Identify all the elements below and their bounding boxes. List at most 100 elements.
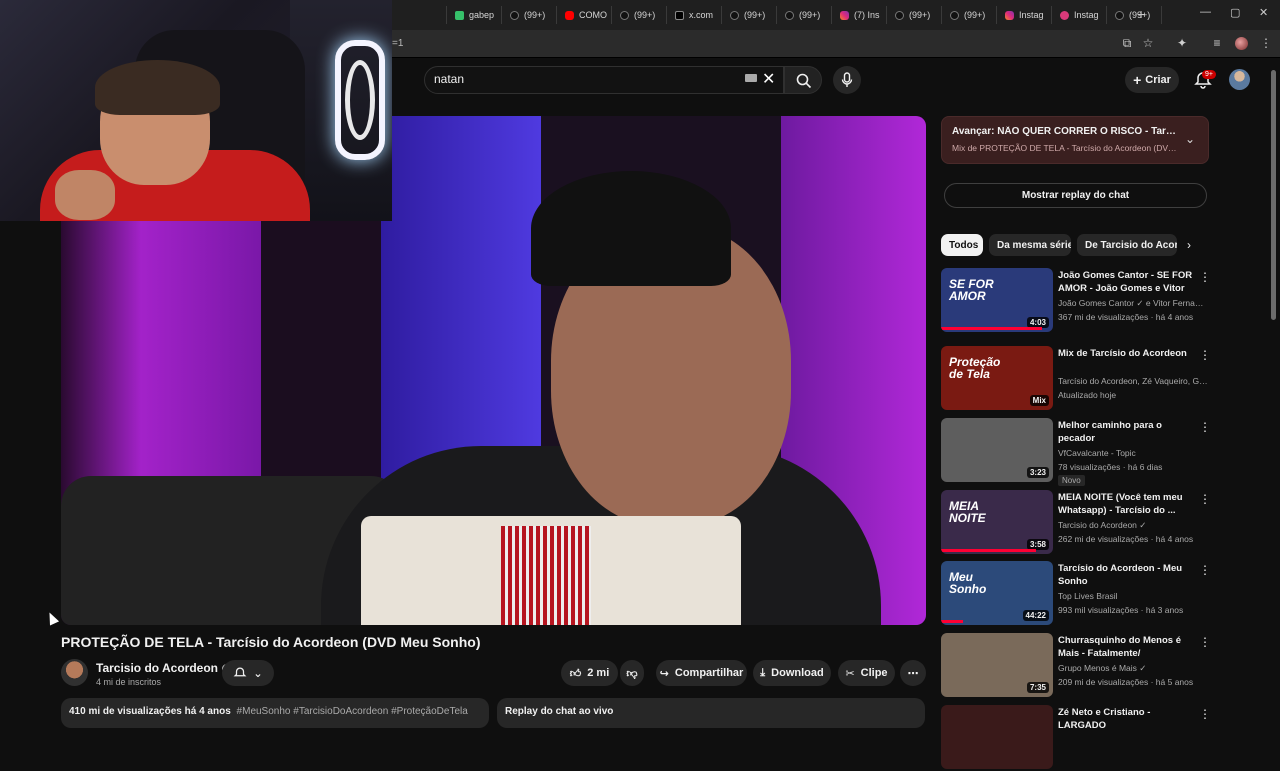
dislike-button[interactable]: 👎︎: [620, 660, 644, 686]
extensions-icon[interactable]: ✦: [1175, 36, 1189, 50]
tab-label: (99+): [799, 10, 821, 20]
account-avatar[interactable]: [1229, 69, 1250, 90]
share-button[interactable]: ↪ Compartilhar: [656, 660, 747, 686]
chip-same-series[interactable]: Da mesma série: [989, 234, 1071, 256]
recommendation-item[interactable]: Meu Sonho 44:22 Tarcísio do Acordeon - Meu…: [941, 561, 1211, 627]
page-scrollbar[interactable]: [1271, 70, 1276, 320]
close-window-icon[interactable]: ✕: [1259, 6, 1268, 19]
recommendation-channel[interactable]: João Gomes Cantor ✓ e Vitor Fernande...: [1058, 298, 1208, 309]
recommendation-title[interactable]: João Gomes Cantor - SE FOR AMOR - João G…: [1058, 269, 1193, 296]
video-thumbnail[interactable]: [941, 705, 1053, 769]
clear-search-icon[interactable]: ✕: [762, 69, 775, 89]
more-options-icon[interactable]: ⋮: [1199, 348, 1211, 362]
thumbnail-text: Meu Sonho: [949, 570, 987, 596]
browser-tab[interactable]: (7) Ins: [832, 6, 887, 24]
recommendation-channel[interactable]: Tarcisio do Acordeon ✓: [1058, 520, 1208, 531]
chevron-down-icon[interactable]: ⌄: [1185, 132, 1195, 146]
download-button[interactable]: ⤓ Download: [753, 660, 831, 686]
more-options-icon[interactable]: ⋮: [1199, 707, 1211, 721]
browser-tab[interactable]: x.com: [667, 6, 722, 24]
browser-tab[interactable]: (99+): [942, 6, 997, 24]
browser-tab[interactable]: [392, 6, 447, 24]
description-summary[interactable]: 410 mi de visualizações há 4 anos #MeuSo…: [69, 706, 468, 717]
browser-tab[interactable]: COMO: [557, 6, 612, 24]
subscribe-bell-button[interactable]: ⌄: [222, 660, 274, 686]
recommendation-channel[interactable]: VfCavalcante - Topic: [1058, 448, 1208, 458]
recommendation-item[interactable]: 7:35 Churrasquinho do Menos é Mais - Fata…: [941, 633, 1211, 699]
recommendation-title[interactable]: MEIA NOITE (Você tem meu Whatsapp) - Tar…: [1058, 491, 1193, 517]
browser-tab[interactable]: Instag: [1052, 6, 1107, 24]
chip-all[interactable]: Todos: [941, 234, 983, 256]
recommendation-item[interactable]: SE FOR AMOR 4:03 João Gomes Cantor - SE FO…: [941, 268, 1211, 334]
video-thumbnail[interactable]: 7:35: [941, 633, 1053, 697]
video-thumbnail[interactable]: Proteção de Tela Mix: [941, 346, 1053, 410]
browser-menu-icon[interactable]: ⋮: [1259, 36, 1273, 50]
url-text[interactable]: =1: [392, 38, 403, 49]
recommendation-item[interactable]: 3:23 Melhor caminho para o pecador VfCaval…: [941, 418, 1211, 486]
browser-tab[interactable]: (99+): [887, 6, 942, 24]
browser-tab[interactable]: (99+): [777, 6, 832, 24]
browser-tab[interactable]: (99+): [1107, 6, 1162, 24]
more-actions-button[interactable]: ⋯: [900, 660, 926, 686]
video-thumbnail[interactable]: 3:23: [941, 418, 1053, 482]
maximize-icon[interactable]: ▢: [1230, 6, 1240, 19]
chip-from-channel[interactable]: De Tarcisio do Acordeon: [1077, 234, 1177, 256]
browser-tab[interactable]: gabep: [447, 6, 502, 24]
tab-strip: gabep (99+) COMO (99+) x.com (99+) (99+) (7) In…: [392, 6, 1162, 24]
create-label: Criar: [1145, 74, 1171, 86]
voice-search-button[interactable]: [833, 66, 861, 94]
recommendation-title[interactable]: Churrasquinho do Menos é Mais - Fatalmen…: [1058, 634, 1193, 661]
recommendation-title[interactable]: Melhor caminho para o pecador: [1058, 419, 1193, 445]
chevron-right-icon[interactable]: ›: [1187, 238, 1191, 252]
recommendation-channel[interactable]: Tarcísio do Acordeon, Zé Vaqueiro, Grup.…: [1058, 376, 1208, 386]
browser-tab[interactable]: (99+): [722, 6, 777, 24]
clip-button[interactable]: ✂ Clipe: [838, 660, 895, 686]
video-thumbnail[interactable]: SE FOR AMOR 4:03: [941, 268, 1053, 332]
tab-label: (99+): [744, 10, 766, 20]
channel-name[interactable]: Tarcisio do Acordeon: [96, 661, 218, 675]
create-button[interactable]: + Criar: [1125, 67, 1179, 93]
recommendation-title[interactable]: Tarcísio do Acordeon - Meu Sonho: [1058, 562, 1193, 588]
video-thumbnail[interactable]: MEIA NOITE 3:58: [941, 490, 1053, 554]
thumbnail-text: MEIA NOITE: [949, 499, 986, 525]
recommendation-item[interactable]: MEIA NOITE 3:58 MEIA NOITE (Você tem meu W…: [941, 490, 1211, 556]
more-options-icon[interactable]: ⋮: [1199, 420, 1211, 434]
media-control-icon[interactable]: ≡: [1210, 36, 1224, 50]
more-options-icon[interactable]: ⋮: [1199, 492, 1211, 506]
browser-tab[interactable]: (99+): [612, 6, 667, 24]
recommendation-title[interactable]: Mix de Tarcísio do Acordeon: [1058, 347, 1193, 360]
browser-tab[interactable]: Instag: [997, 6, 1052, 24]
minimize-icon[interactable]: —: [1200, 6, 1211, 18]
browser-tab[interactable]: (99+): [502, 6, 557, 24]
search-input-box[interactable]: [424, 66, 784, 94]
new-tab-button[interactable]: +: [1137, 6, 1145, 22]
install-app-icon[interactable]: ⧉: [1120, 36, 1134, 50]
up-next-card[interactable]: [941, 116, 1209, 164]
upload-age: há 4 anos: [184, 706, 231, 717]
watch-progress-bar: [941, 327, 1042, 330]
more-options-icon[interactable]: ⋮: [1199, 635, 1211, 649]
bookmark-star-icon[interactable]: ☆: [1141, 36, 1155, 50]
recommendation-channel[interactable]: Grupo Menos é Mais ✓: [1058, 663, 1208, 674]
recommendation-title[interactable]: Zé Neto e Cristiano - LARGADO: [1058, 706, 1193, 732]
more-options-icon[interactable]: ⋮: [1199, 563, 1211, 577]
recommendation-item[interactable]: Zé Neto e Cristiano - LARGADO ⋮: [941, 705, 1211, 771]
browser-profile-avatar[interactable]: [1235, 37, 1248, 50]
video-thumbnail[interactable]: Meu Sonho 44:22: [941, 561, 1053, 625]
channel-name-row[interactable]: Tarcisio do Acordeon: [96, 661, 232, 675]
search-button[interactable]: [784, 66, 822, 94]
hashtags[interactable]: #MeuSonho #TarcisioDoAcordeon #ProteçãoD…: [237, 706, 468, 717]
recommendation-channel[interactable]: Top Lives Brasil: [1058, 591, 1208, 601]
search-input[interactable]: natan: [434, 72, 464, 86]
recommendation-item[interactable]: Proteção de Tela Mix Mix de Tarcísio do Ac…: [941, 346, 1211, 412]
show-chat-replay-button[interactable]: Mostrar replay do chat: [944, 183, 1207, 208]
microphone-icon: [841, 72, 853, 87]
up-next-title[interactable]: Avançar: NÃO QUER CORRER O RISCO - Tarcí…: [952, 126, 1177, 137]
channel-avatar[interactable]: [61, 659, 88, 686]
subscriber-count: 4 mi de inscritos: [96, 677, 162, 687]
recommendation-meta: 993 mil visualizações · há 3 anos: [1058, 605, 1184, 615]
more-options-icon[interactable]: ⋮: [1199, 270, 1211, 284]
like-button[interactable]: 👍︎ 2 mi: [561, 660, 618, 686]
keyboard-icon[interactable]: [745, 74, 757, 82]
duration-badge: Mix: [1029, 395, 1049, 406]
